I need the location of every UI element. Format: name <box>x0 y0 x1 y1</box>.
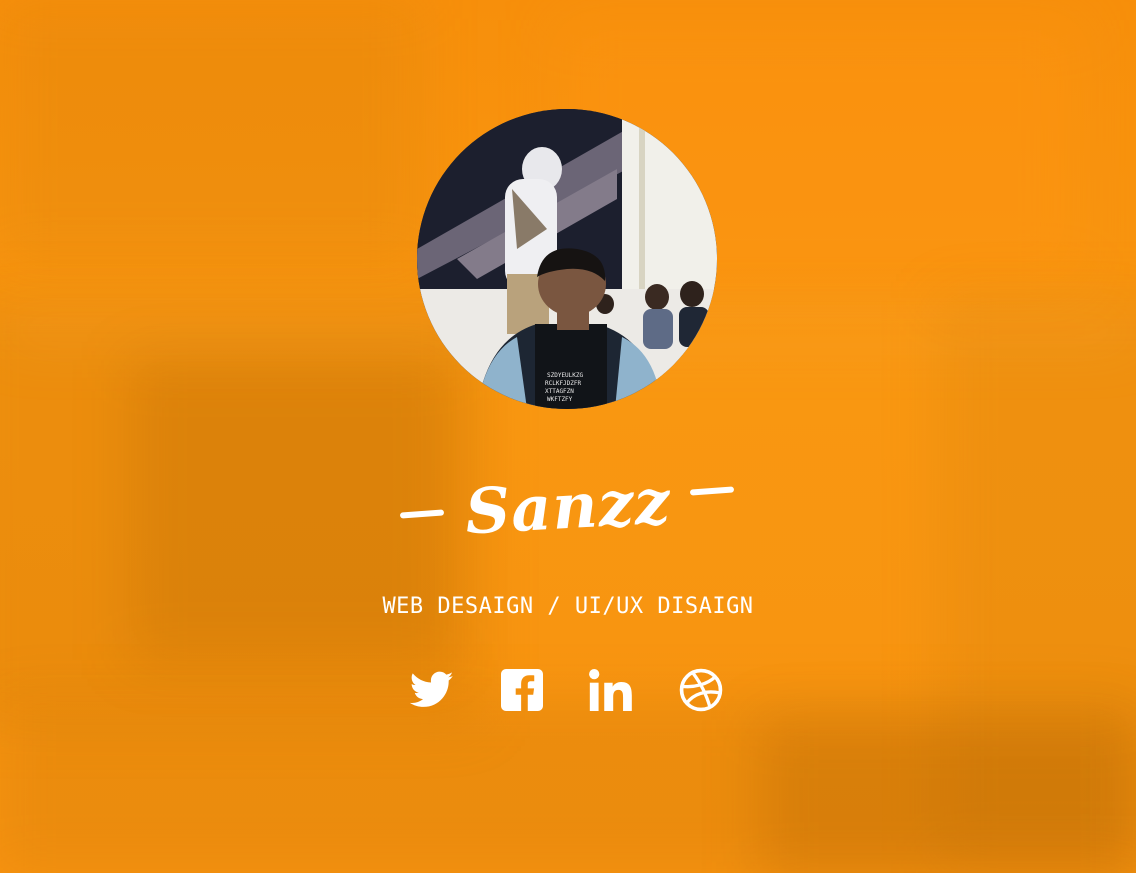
facebook-icon <box>501 669 543 711</box>
dribbble-icon <box>679 668 723 712</box>
profile-avatar: SZDYEULKZG RCLKFJDZFR XTTAGFZN WKFTZFY <box>417 109 717 409</box>
profile-name-text: Sanzz <box>463 464 673 549</box>
profile-photo: SZDYEULKZG RCLKFJDZFR XTTAGFZN WKFTZFY <box>417 109 717 409</box>
svg-text:RCLKFJDZFR: RCLKFJDZFR <box>545 380 582 387</box>
profile-tagline: WEB DESAIGN / UI/UX DISAIGN <box>382 594 754 619</box>
twitter-link[interactable] <box>408 666 456 714</box>
facebook-link[interactable] <box>498 666 546 714</box>
linkedin-link[interactable] <box>587 666 635 714</box>
profile-name: Sanzz <box>368 462 768 552</box>
svg-text:SZDYEULKZG: SZDYEULKZG <box>547 372 584 379</box>
linkedin-icon <box>589 669 632 711</box>
svg-text:WKFTZFY: WKFTZFY <box>547 396 573 403</box>
twitter-icon <box>410 671 454 707</box>
svg-text:XTTAGFZN: XTTAGFZN <box>545 388 574 395</box>
dribbble-link[interactable] <box>677 666 725 714</box>
